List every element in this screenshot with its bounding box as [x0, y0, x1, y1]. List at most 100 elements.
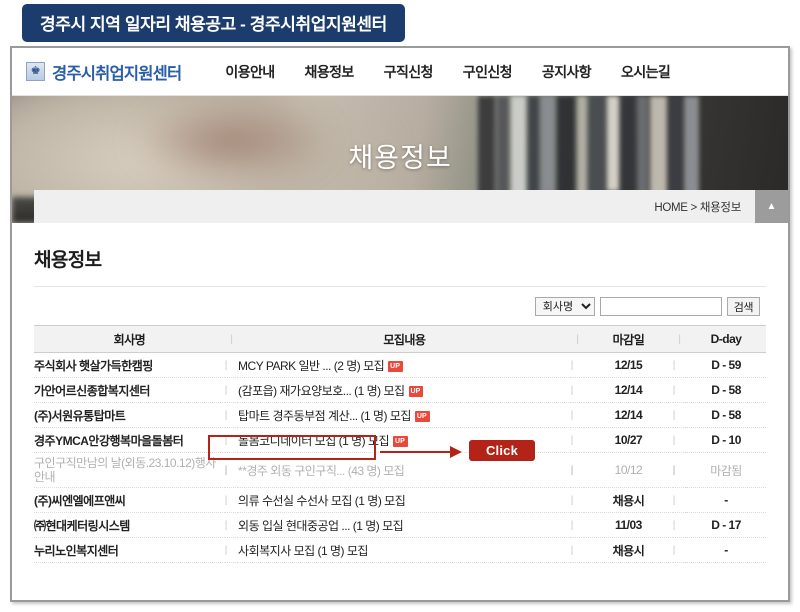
column-header-description: 모집내용 [238, 325, 571, 353]
nav-item-guide[interactable]: 이용안내 [225, 62, 275, 82]
outer-title-bar: 경주시 지역 일자리 채용공고 - 경주시취업지원센터 [0, 0, 800, 46]
site-navigation-bar: ♚ 경주시취업지원센터 이용안내 채용정보 구직신청 구인신청 공지사항 오시는… [12, 48, 788, 96]
cell-separator: | [224, 377, 239, 403]
cell-separator: | [570, 487, 585, 513]
cell-separator: | [224, 452, 239, 488]
job-deadline: 채용시 [584, 487, 673, 513]
job-company-link[interactable]: 가안어르신종합복지센터 [34, 377, 225, 403]
job-description[interactable]: MCY PARK 일반 ... (2 명) 모집 UP [238, 352, 571, 378]
search-filter-select[interactable]: 회사명 [534, 297, 595, 316]
column-separator: | [224, 325, 239, 353]
column-header-company: 회사명 [34, 325, 225, 353]
cell-separator: | [224, 402, 239, 428]
job-company-link[interactable]: 누리노인복지센터 [34, 537, 225, 563]
job-deadline: 12/14 [584, 402, 673, 428]
search-controls: 회사명 검색 [34, 287, 766, 325]
cell-separator: | [224, 512, 239, 538]
job-description[interactable]: 사회복지사 모집 (1 명) 모집 [238, 537, 571, 563]
browser-page-frame: ♚ 경주시취업지원센터 이용안내 채용정보 구직신청 구인신청 공지사항 오시는… [10, 46, 790, 602]
nav-item-employer[interactable]: 구인신청 [463, 62, 513, 82]
click-annotation-button[interactable]: Click [469, 440, 535, 461]
nav-item-notice[interactable]: 공지사항 [542, 62, 592, 82]
column-separator: | [672, 325, 687, 353]
cell-separator: | [570, 452, 585, 488]
up-badge-icon: UP [388, 360, 403, 372]
job-deadline: 12/14 [584, 377, 673, 403]
job-deadline: 채용시 [584, 537, 673, 563]
scroll-to-top-icon[interactable]: ▲ [755, 190, 788, 223]
table-row[interactable]: 경주YMCA안강행복마을돌봄터 | 돌봄코디네이터 모집 (1 명) 모집 UP | 10… [34, 427, 766, 453]
up-badge-icon: UP [393, 435, 408, 447]
table-header-row: 회사명 | 모집내용 | 마감일 | D-day [34, 325, 766, 353]
column-header-deadline: 마감일 [584, 325, 673, 353]
job-description[interactable]: 외동 입실 현대중공업 ... (1 명) 모집 [238, 512, 571, 538]
job-dday: - [686, 487, 766, 513]
cell-separator: | [672, 352, 687, 378]
job-dday: D - 17 [686, 512, 766, 538]
site-logo-text: 경주시취업지원센터 [52, 64, 182, 83]
job-company-link[interactable]: 경주YMCA안강행복마을돌봄터 [34, 427, 225, 453]
cell-separator: | [672, 427, 687, 453]
table-row[interactable]: ㈜현대케터링시스템 | 외동 입실 현대중공업 ... (1 명) 모집 | 11/03… [34, 512, 766, 538]
column-separator: | [570, 325, 585, 353]
hero-banner: 채용정보 HOME > 채용정보 ▲ [12, 96, 788, 223]
job-deadline: 10/12 [584, 452, 673, 488]
job-company-link[interactable]: (주)서원유통탑마트 [34, 402, 225, 428]
up-badge-icon: UP [408, 385, 424, 397]
job-description[interactable]: (감포읍) 재가요양보호... (1 명) 모집 UP [238, 377, 571, 403]
job-dday: - [686, 537, 766, 563]
table-body: 주식회사 햇살가득한캠핑 | MCY PARK 일반 ... (2 명) 모집 UP |… [34, 352, 766, 563]
search-input[interactable] [599, 297, 722, 316]
nav-item-job-seeker[interactable]: 구직신청 [384, 62, 434, 82]
cell-separator: | [672, 512, 687, 538]
job-dday: D - 59 [686, 352, 766, 378]
table-row[interactable]: 구인구직만남의 날(외동.23.10.12)행사안내 | **경주 외동 구인구직.… [34, 452, 766, 488]
search-button[interactable]: 검색 [726, 297, 760, 316]
cell-separator: | [570, 352, 585, 378]
emblem-icon: ♚ [26, 62, 45, 81]
job-dday: D - 58 [686, 402, 766, 428]
up-badge-icon: UP [414, 410, 430, 422]
job-dday: D - 58 [686, 377, 766, 403]
cell-separator: | [570, 512, 585, 538]
cell-separator: | [224, 487, 239, 513]
table-row[interactable]: 누리노인복지센터 | 사회복지사 모집 (1 명) 모집 | 채용시 | - [34, 537, 766, 563]
cell-separator: | [224, 427, 239, 453]
cell-separator: | [672, 402, 687, 428]
cell-separator: | [570, 402, 585, 428]
job-description[interactable]: 탑마트 경주동부점 계산... (1 명) 모집 UP [238, 402, 571, 428]
breadcrumb: HOME > 채용정보 [654, 201, 741, 214]
cell-separator: | [570, 537, 585, 563]
table-row[interactable]: (주)씨엔엘에프앤씨 | 의류 수선실 수선사 모집 (1 명) 모집 | 채용시 | - [34, 487, 766, 513]
table-row[interactable]: 가안어르신종합복지센터 | (감포읍) 재가요양보호... (1 명) 모집 UP | 1… [34, 377, 766, 403]
breadcrumb-bar: HOME > 채용정보 ▲ [34, 190, 788, 223]
job-company-link: 구인구직만남의 날(외동.23.10.12)행사안내 [34, 452, 225, 488]
nav-item-directions[interactable]: 오시는길 [621, 62, 671, 82]
cell-separator: | [672, 537, 687, 563]
cell-separator: | [570, 427, 585, 453]
cell-separator: | [672, 452, 687, 488]
main-content: 채용정보 회사명 검색 회사명 | 모집내용 | 마감일 | D-day 주식회… [12, 223, 788, 563]
nav-item-jobs[interactable]: 채용정보 [305, 62, 355, 82]
page-title-banner: 경주시 지역 일자리 채용공고 - 경주시취업지원센터 [22, 4, 405, 42]
job-dday: D - 10 [686, 427, 766, 453]
table-row[interactable]: (주)서원유통탑마트 | 탑마트 경주동부점 계산... (1 명) 모집 UP | 12… [34, 402, 766, 428]
cell-separator: | [672, 377, 687, 403]
main-menu: 이용안내 채용정보 구직신청 구인신청 공지사항 오시는길 [225, 62, 670, 82]
cell-separator: | [672, 487, 687, 513]
job-company-link[interactable]: (주)씨엔엘에프앤씨 [34, 487, 225, 513]
job-dday: 마감됨 [686, 452, 766, 488]
job-deadline: 11/03 [584, 512, 673, 538]
job-listing-table: 회사명 | 모집내용 | 마감일 | D-day 주식회사 햇살가득한캠핑 | MC… [34, 325, 766, 563]
hero-title: 채용정보 [348, 143, 452, 173]
column-header-dday: D-day [686, 325, 766, 353]
site-logo[interactable]: ♚ 경주시취업지원센터 [26, 60, 182, 84]
cell-separator: | [224, 352, 239, 378]
job-company-link[interactable]: ㈜현대케터링시스템 [34, 512, 225, 538]
table-row[interactable]: 주식회사 햇살가득한캠핑 | MCY PARK 일반 ... (2 명) 모집 UP |… [34, 352, 766, 378]
job-deadline: 12/15 [584, 352, 673, 378]
job-deadline: 10/27 [584, 427, 673, 453]
cell-separator: | [570, 377, 585, 403]
job-company-link[interactable]: 주식회사 햇살가득한캠핑 [34, 352, 225, 378]
job-description[interactable]: 의류 수선실 수선사 모집 (1 명) 모집 [238, 487, 571, 513]
